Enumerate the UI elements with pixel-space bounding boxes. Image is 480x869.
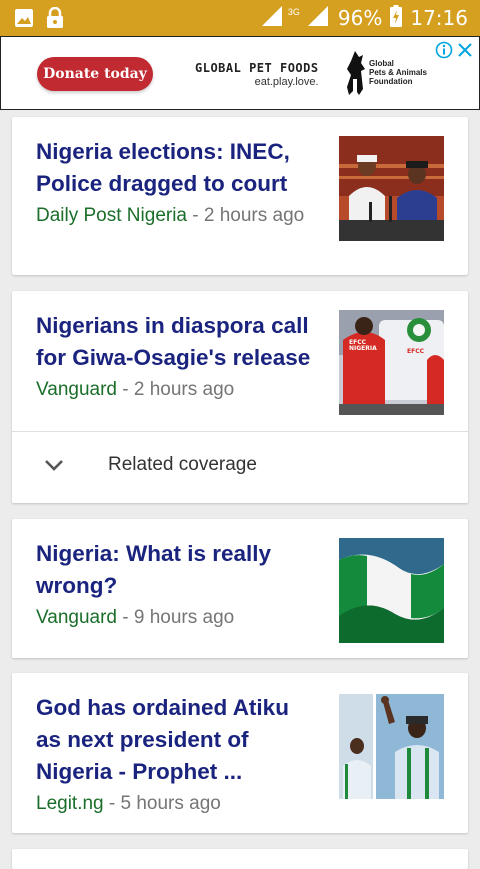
article-meta: Vanguard - 2 hours ago [36, 379, 235, 400]
news-card[interactable] [12, 849, 468, 869]
ad-foundation-line: Foundation [369, 77, 413, 86]
news-card[interactable]: God has ordained Atiku as next president… [12, 673, 468, 833]
article-meta: Daily Post Nigeria - 2 hours ago [36, 205, 305, 226]
battery-percent: 96% [337, 6, 383, 30]
ad-brand: GLOBAL PET FOODS eat.play.love. [195, 61, 319, 88]
article-source[interactable]: Vanguard [36, 607, 117, 628]
article-headline[interactable]: God has ordained Atiku as next president… [36, 692, 318, 788]
ad-close-icon[interactable] [456, 41, 474, 64]
article-meta: Vanguard - 9 hours ago [36, 607, 235, 628]
article-thumbnail[interactable] [339, 694, 444, 799]
status-bar: 3G 96% 17:16 [0, 0, 480, 36]
ad-brand-tagline: eat.play.love. [254, 76, 319, 88]
article-headline[interactable]: Nigerians in diaspora call for Giwa-Osag… [36, 310, 318, 374]
clock: 17:16 [410, 6, 468, 30]
image-icon [14, 8, 34, 33]
article-headline[interactable]: Nigeria: What is really wrong? [36, 538, 318, 602]
news-card[interactable]: Nigeria elections: INEC, Police dragged … [12, 117, 468, 275]
ad-banner[interactable]: Donate today GLOBAL PET FOODS eat.play.l… [0, 36, 480, 110]
network-type: 3G [287, 7, 300, 17]
chevron-down-icon[interactable] [44, 458, 64, 477]
news-card[interactable]: Nigerians in diaspora call for Giwa-Osag… [12, 291, 468, 503]
dog-logo-icon [341, 49, 369, 102]
ad-brand-name: GLOBAL PET FOODS [195, 61, 319, 75]
article-source[interactable]: Vanguard [36, 379, 117, 400]
article-time: 2 hours ago [203, 205, 305, 226]
ad-foundation-text: Global Pets & Animals Foundation [369, 59, 427, 86]
signal-icon-2 [306, 5, 330, 32]
ad-donate-button[interactable]: Donate today [37, 57, 153, 91]
article-time: 9 hours ago [133, 607, 235, 628]
article-headline[interactable]: Nigeria elections: INEC, Police dragged … [36, 136, 318, 200]
article-time: 5 hours ago [120, 793, 221, 814]
related-coverage-label[interactable]: Related coverage [108, 454, 257, 476]
article-source[interactable]: Legit.ng [36, 793, 104, 814]
lock-icon [46, 6, 64, 34]
article-thumbnail[interactable] [339, 136, 444, 241]
thumbnail-caption: EFCC NIGERIA [349, 339, 377, 352]
ad-foundation-line: Pets & Animals [369, 68, 427, 77]
signal-icon [260, 5, 284, 32]
article-thumbnail[interactable]: EFCC NIGERIA EFCC [339, 310, 444, 415]
article-source[interactable]: Daily Post Nigeria [36, 205, 187, 226]
article-thumbnail[interactable] [339, 538, 444, 643]
ad-info-icon[interactable] [435, 41, 453, 64]
battery-icon [390, 4, 403, 32]
thumbnail-caption: EFCC [407, 348, 425, 355]
article-time: 2 hours ago [133, 379, 235, 400]
news-card[interactable]: Nigeria: What is really wrong? Vanguard … [12, 519, 468, 658]
ad-foundation-line: Global [369, 59, 394, 68]
article-meta: Legit.ng - 5 hours ago [36, 793, 221, 814]
related-coverage-row[interactable]: Related coverage [12, 431, 468, 504]
